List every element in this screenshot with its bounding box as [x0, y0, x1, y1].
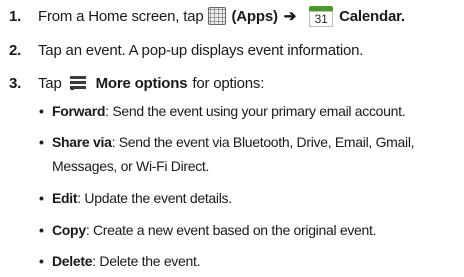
option-term: Copy	[52, 222, 86, 238]
option-copy: • Copy: Create a new event based on the …	[39, 219, 462, 241]
bullet: •	[39, 222, 44, 238]
option-term: Forward	[52, 103, 106, 119]
apps-grid-icon	[208, 7, 227, 25]
option-share-via: • Share via: Send the event via Bluetoot…	[39, 131, 462, 153]
step-3-text-after: for options:	[192, 74, 265, 92]
arrow-right-icon: ➔	[283, 8, 297, 25]
more-options-icon	[69, 76, 88, 90]
step-3-text-before: Tap	[38, 74, 62, 92]
step-3-body: Tap More options for options:	[38, 75, 264, 92]
step-2-text: Tap an event. A pop-up displays event in…	[38, 41, 364, 59]
step-1-body: From a Home screen, tap (Apps) ➔ 31 Cale…	[38, 5, 405, 27]
step-3: 3. Tap More options for options:	[0, 70, 464, 96]
calendar-icon-day: 31	[309, 10, 334, 27]
option-delete: • Delete: Delete the event.	[39, 250, 462, 272]
option-term: Delete	[52, 253, 93, 269]
bullet: •	[39, 190, 44, 206]
option-term: Edit	[52, 190, 78, 206]
calendar-label: Calendar.	[339, 7, 405, 25]
option-share-via-continuation: Messages, or Wi-Fi Direct.	[52, 158, 210, 174]
option-edit: • Edit: Update the event details.	[39, 187, 462, 209]
option-description: : Delete the event.	[92, 253, 201, 269]
bullet: •	[39, 134, 44, 150]
apps-label: (Apps)	[231, 7, 278, 25]
option-description: : Update the event details.	[77, 190, 232, 206]
step-number: 1.	[9, 7, 22, 25]
option-description: : Send the event via Bluetooth, Drive, E…	[111, 134, 415, 150]
step-number: 2.	[9, 41, 22, 59]
option-term: Share via	[52, 134, 112, 150]
option-description: : Send the event using your primary emai…	[105, 103, 406, 119]
option-description: : Create a new event based on the origin…	[85, 222, 377, 238]
calendar-icon: 31	[309, 5, 334, 27]
option-forward: • Forward: Send the event using your pri…	[39, 100, 462, 122]
bullet: •	[39, 103, 44, 119]
step-number: 3.	[9, 74, 22, 92]
more-options-label: More options	[95, 74, 188, 92]
step-2: 2. Tap an event. A pop-up displays event…	[0, 37, 464, 63]
step-1-text: From a Home screen, tap	[38, 7, 204, 25]
step-1: 1. From a Home screen, tap (Apps) ➔ 31 C…	[0, 3, 464, 29]
bullet: •	[39, 253, 44, 269]
